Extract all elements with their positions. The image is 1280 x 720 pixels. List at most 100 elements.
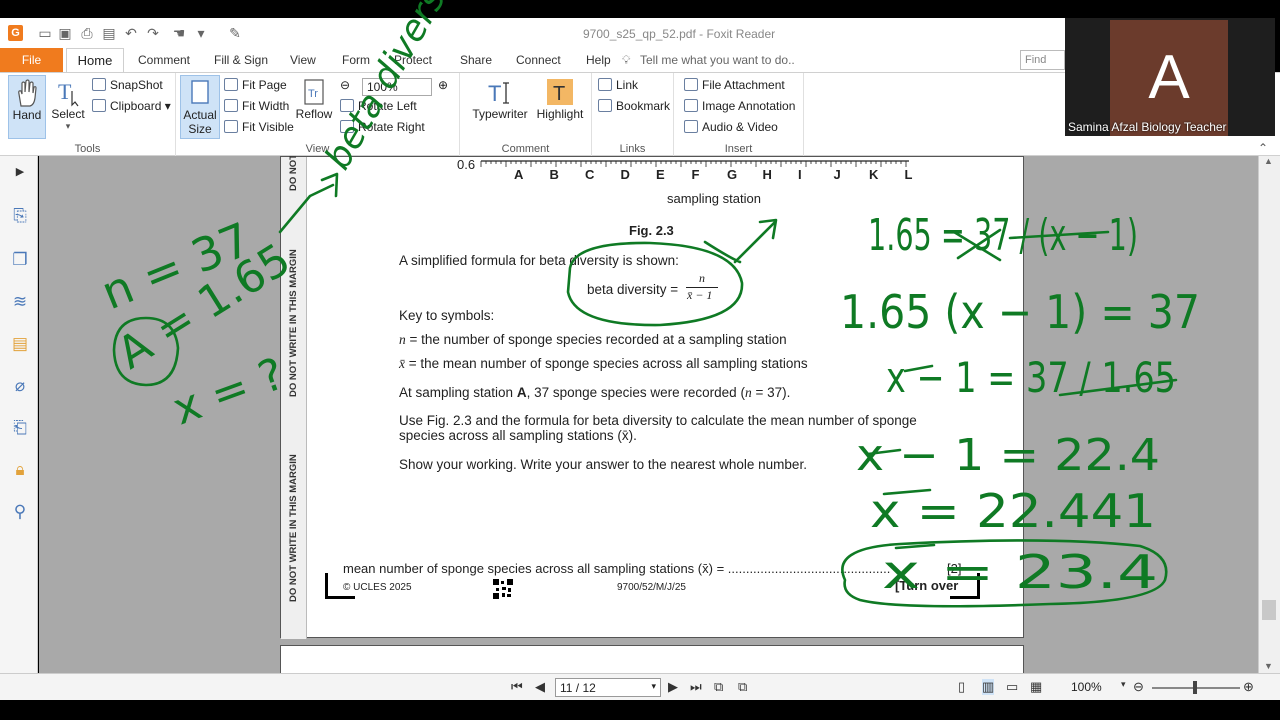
undo-icon[interactable]: ↶	[122, 24, 140, 42]
zoom-in-icon[interactable]: ⊕	[1243, 679, 1254, 695]
tab-file[interactable]: File	[0, 48, 63, 72]
scroll-thumb[interactable]	[1262, 600, 1276, 620]
save-icon[interactable]: ▣	[56, 24, 74, 42]
continuous-page-icon[interactable]: ▥	[982, 679, 995, 695]
fit-visible-button[interactable]: Fit Visible	[224, 120, 294, 134]
comment-group: T Typewriter T Highlight Comment	[460, 73, 592, 157]
fit-width-button[interactable]: Fit Width	[224, 99, 289, 113]
station-label: F	[691, 167, 700, 182]
link-button[interactable]: Link	[598, 78, 638, 92]
find-input[interactable]: Find	[1020, 50, 1065, 70]
fit-page-button[interactable]: Fit Page	[224, 78, 287, 92]
station-a-sentence: At sampling station A, 37 sponge species…	[399, 385, 790, 401]
tell-me-search[interactable]: Tell me what you want to do..	[640, 53, 795, 67]
video-frame-border	[0, 700, 1280, 720]
clipboard-button[interactable]: Clipboard ▾	[92, 99, 171, 113]
x-axis-label: sampling station	[667, 191, 761, 206]
image-annotation-button[interactable]: Image Annotation	[684, 99, 795, 113]
zoom-out-icon[interactable]: ⊖	[340, 78, 350, 92]
audio-video-icon	[684, 120, 698, 133]
fit-width-label: Fit Width	[242, 99, 290, 113]
file-attachment-button[interactable]: File Attachment	[684, 78, 785, 92]
select-button[interactable]: T Select ▾	[48, 75, 88, 132]
previous-page-icon[interactable]: ◀	[535, 679, 545, 695]
zoom-in-icon[interactable]: ⊕	[438, 78, 448, 92]
typewriter-button[interactable]: T Typewriter	[470, 75, 530, 121]
marks: [2]	[947, 561, 962, 576]
tab-comment[interactable]: Comment	[138, 53, 190, 67]
pen-icon[interactable]: ✎	[226, 24, 244, 42]
comments-icon[interactable]: ▤	[10, 334, 30, 354]
tab-protect[interactable]: Protect	[394, 53, 432, 67]
search-icon[interactable]: ⚲	[10, 502, 30, 522]
snapshot-button[interactable]: SnapShot	[92, 78, 163, 92]
audio-video-button[interactable]: Audio & Video	[684, 120, 778, 134]
station-a-n: n	[744, 385, 752, 400]
tab-share[interactable]: Share	[460, 53, 492, 67]
actual-size-button[interactable]: Actual Size	[180, 75, 220, 139]
tab-help[interactable]: Help	[586, 53, 611, 67]
station-label: I	[798, 167, 802, 182]
layers-icon[interactable]: ≋	[10, 292, 30, 312]
collapse-ribbon-icon[interactable]: ⌃	[1258, 141, 1268, 155]
redo-icon[interactable]: ↷	[144, 24, 162, 42]
document-viewer: DO NOT DO NOT WRITE IN THIS MARGIN DO NO…	[39, 156, 1258, 673]
status-bar: ⏮ ◀ 11 / 12 ▾ ▶ ⏭ ⧉ ⧉ ▯ ▥ ▭ ▦ 100% ▾ ⊖ ⊕	[0, 673, 1280, 700]
highlight-button[interactable]: T Highlight	[534, 75, 586, 121]
single-page-icon[interactable]: ▯	[958, 679, 965, 695]
first-page-icon[interactable]: ⏮	[511, 679, 523, 695]
navigation-panel: ▶ ⎘ ❐ ≋ ▤ ⌀ ⎗ 🔒︎ ⚲	[0, 156, 38, 673]
last-page-icon[interactable]: ⏭	[690, 679, 702, 695]
attachments-icon[interactable]: ⌀	[10, 376, 30, 396]
lock-icon[interactable]: 🔒︎	[10, 460, 30, 480]
zoom-slider-thumb[interactable]	[1193, 681, 1197, 694]
vertical-scrollbar[interactable]: ▲ ▼	[1258, 156, 1280, 673]
print-icon[interactable]: ⎙	[78, 24, 96, 42]
actual-size-label-1: Actual	[183, 108, 217, 122]
symbol-n: n	[399, 332, 406, 347]
station-label: K	[869, 167, 879, 182]
reflow-button[interactable]: Tr Reflow	[294, 75, 334, 121]
pdf-page: DO NOT DO NOT WRITE IN THIS MARGIN DO NO…	[280, 156, 1024, 639]
hand-button[interactable]: Hand	[8, 75, 46, 139]
hand-tool-icon[interactable]: ☚	[170, 24, 188, 42]
chevron-down-icon[interactable]: ▾	[1121, 679, 1126, 690]
new-icon[interactable]: ▤	[100, 24, 118, 42]
margin-text-top: DO NOT	[288, 156, 299, 191]
next-view-icon[interactable]: ⧉	[738, 679, 747, 695]
previous-view-icon[interactable]: ⧉	[714, 679, 723, 695]
rotate-left-button[interactable]: Rotate Left	[340, 99, 417, 113]
chevron-down-icon[interactable]: ▾	[192, 24, 210, 42]
tab-fill-sign[interactable]: Fill & Sign	[214, 53, 268, 67]
continuous-facing-icon[interactable]: ▦	[1030, 679, 1042, 695]
bookmark-button[interactable]: Bookmark	[598, 99, 670, 113]
open-icon[interactable]: ▭	[36, 24, 54, 42]
next-page-icon[interactable]: ▶	[668, 679, 678, 695]
facing-pages-icon[interactable]: ▭	[1006, 679, 1018, 695]
scroll-up-icon[interactable]: ▲	[1264, 156, 1273, 166]
page-number-input[interactable]: 11 / 12 ▾	[555, 678, 661, 697]
tools-group: Hand T Select ▾ SnapShot Clipboard ▾ Too…	[0, 73, 176, 157]
station-label: C	[585, 167, 595, 182]
expand-panel-icon[interactable]: ▶	[10, 162, 30, 182]
station-a-post: , 37 sponge species were recorded (	[526, 385, 745, 400]
signatures-icon[interactable]: ⎗	[10, 418, 30, 438]
tab-connect[interactable]: Connect	[516, 53, 561, 67]
fit-visible-label: Fit Visible	[242, 120, 294, 134]
qr-code-icon	[493, 579, 513, 599]
tab-view[interactable]: View	[290, 53, 316, 67]
zoom-input[interactable]: 100%	[362, 78, 432, 96]
bookmarks-icon[interactable]: ⎘	[10, 206, 30, 226]
bookmark-icon	[598, 99, 612, 112]
station-label: A	[514, 167, 524, 182]
station-label: G	[727, 167, 738, 182]
clipboard-icon	[92, 99, 106, 112]
rotate-right-button[interactable]: Rotate Right	[340, 120, 425, 134]
tab-form[interactable]: Form	[342, 53, 370, 67]
zoom-out-icon[interactable]: ⊖	[1133, 679, 1144, 695]
scroll-down-icon[interactable]: ▼	[1264, 661, 1273, 671]
zoom-level[interactable]: 100%	[1071, 680, 1102, 694]
pages-icon[interactable]: ❐	[10, 250, 30, 270]
svg-text:T: T	[553, 83, 565, 105]
tab-home[interactable]: Home	[66, 48, 124, 73]
